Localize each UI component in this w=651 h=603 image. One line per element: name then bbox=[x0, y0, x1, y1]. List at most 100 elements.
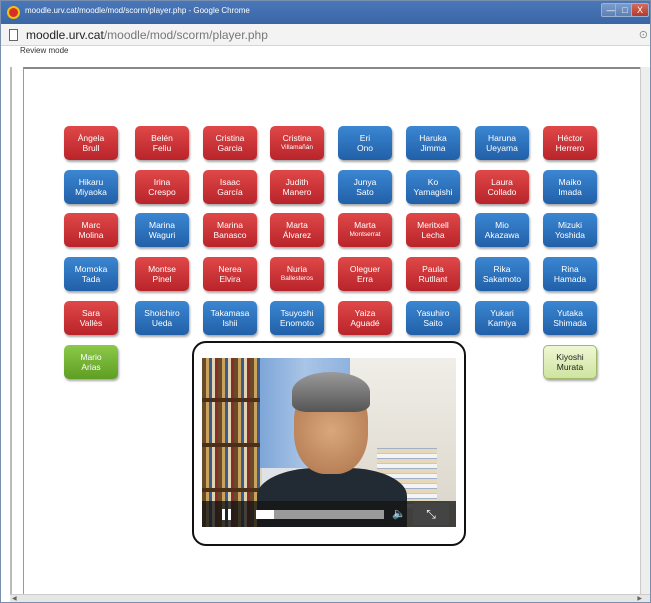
student-button[interactable]: Montse Pinel bbox=[135, 257, 189, 291]
student-last-name: Ueyama bbox=[486, 143, 518, 153]
student-first-name: Yutaka bbox=[557, 308, 583, 318]
page-icon bbox=[9, 29, 18, 41]
student-first-name: Yaiza bbox=[354, 308, 376, 318]
student-last-name: Ishii bbox=[222, 318, 238, 328]
student-first-name: Belén bbox=[151, 133, 173, 143]
student-last-name: Ueda bbox=[151, 318, 173, 328]
student-last-name: Villamañán bbox=[280, 144, 314, 151]
student-first-name: Hikaru bbox=[78, 177, 104, 187]
student-button[interactable]: Mizuki Yoshida bbox=[543, 213, 597, 247]
pause-button[interactable] bbox=[222, 509, 232, 520]
student-first-name: Meritxell bbox=[417, 220, 449, 230]
student-first-name: Maiko bbox=[558, 177, 582, 187]
student-last-name: Hamada bbox=[553, 274, 587, 284]
student-last-name: Yoshida bbox=[555, 230, 585, 240]
student-button[interactable]: Kiyoshi Murata bbox=[543, 345, 597, 379]
student-first-name: Montse bbox=[148, 264, 176, 274]
student-button[interactable]: Shoichiro Ueda bbox=[135, 301, 189, 335]
url-text[interactable]: moodle.urv.cat/moodle/mod/scorm/player.p… bbox=[26, 28, 268, 42]
student-first-name: Mio bbox=[495, 220, 509, 230]
student-first-name: Momoka bbox=[74, 264, 108, 274]
student-button[interactable]: Belén Feliu bbox=[135, 126, 189, 160]
student-button[interactable]: Cristina Garcia bbox=[203, 126, 257, 160]
student-button[interactable]: Cristina Villamañán bbox=[270, 126, 324, 160]
student-button[interactable]: Ko Yamagishi bbox=[406, 170, 460, 204]
student-first-name: Eri bbox=[359, 133, 371, 143]
url-path: /moodle/mod/scorm/player.php bbox=[103, 28, 268, 42]
close-button[interactable]: X bbox=[631, 3, 649, 17]
student-button[interactable]: Marta Álvarez bbox=[270, 213, 324, 247]
student-button[interactable]: Irina Crespo bbox=[135, 170, 189, 204]
extension-icon[interactable]: ⊙ bbox=[639, 28, 648, 41]
student-button[interactable]: Nuria Ballesteros bbox=[270, 257, 324, 291]
student-first-name: Paula bbox=[422, 264, 444, 274]
student-button[interactable]: Junya Sato bbox=[338, 170, 392, 204]
horizontal-scrollbar[interactable]: ◀ ▶ bbox=[10, 594, 650, 602]
student-last-name: Akazawa bbox=[484, 230, 520, 240]
scroll-left-icon[interactable]: ◀ bbox=[12, 595, 17, 602]
student-button[interactable]: Yasuhiro Saito bbox=[406, 301, 460, 335]
student-button[interactable]: Haruna Ueyama bbox=[475, 126, 529, 160]
student-button[interactable]: Laura Collado bbox=[475, 170, 529, 204]
student-first-name: Nuria bbox=[286, 264, 308, 274]
title-bar: moodle.urv.cat/moodle/mod/scorm/player.p… bbox=[1, 1, 650, 24]
browser-window: moodle.urv.cat/moodle/mod/scorm/player.p… bbox=[0, 0, 651, 603]
student-last-name: Kamiya bbox=[487, 318, 517, 328]
student-last-name: Sakamoto bbox=[482, 274, 522, 284]
student-last-name: Lecha bbox=[421, 230, 445, 240]
student-button[interactable]: Rika Sakamoto bbox=[475, 257, 529, 291]
student-button[interactable]: Tsuyoshi Enomoto bbox=[270, 301, 324, 335]
student-last-name: Álvarez bbox=[282, 230, 312, 240]
student-button[interactable]: Mio Akazawa bbox=[475, 213, 529, 247]
student-button[interactable]: Haruka Jimma bbox=[406, 126, 460, 160]
student-first-name: Kiyoshi bbox=[556, 352, 584, 362]
fullscreen-button[interactable]: ⤡ bbox=[413, 503, 449, 525]
student-button[interactable]: Meritxell Lecha bbox=[406, 213, 460, 247]
student-button[interactable]: Hikaru Miyaoka bbox=[64, 170, 118, 204]
student-button[interactable]: Yutaka Shimada bbox=[543, 301, 597, 335]
student-button[interactable]: Eri Ono bbox=[338, 126, 392, 160]
student-button[interactable]: Héctor Herrero bbox=[543, 126, 597, 160]
student-first-name: Àngela bbox=[77, 133, 105, 143]
video-player[interactable]: 🔈 ⤡ bbox=[202, 358, 456, 527]
volume-icon[interactable]: 🔈 bbox=[392, 507, 406, 520]
address-bar[interactable]: moodle.urv.cat/moodle/mod/scorm/player.p… bbox=[1, 24, 650, 46]
student-first-name: Rika bbox=[493, 264, 511, 274]
student-first-name: Haruna bbox=[488, 133, 516, 143]
student-button[interactable]: Àngela Brull bbox=[64, 126, 118, 160]
student-button[interactable]: Marina Waguri bbox=[135, 213, 189, 247]
scroll-right-icon[interactable]: ▶ bbox=[637, 595, 642, 602]
student-last-name: Murata bbox=[556, 362, 584, 372]
student-button[interactable]: Takamasa Ishii bbox=[203, 301, 257, 335]
student-button[interactable]: Marta Montserrat bbox=[338, 213, 392, 247]
student-button[interactable]: Yaiza Aguadé bbox=[338, 301, 392, 335]
student-first-name: Laura bbox=[491, 177, 513, 187]
window-title: moodle.urv.cat/moodle/mod/scorm/player.p… bbox=[25, 6, 250, 15]
student-button[interactable]: Judith Manero bbox=[270, 170, 324, 204]
student-last-name: Sato bbox=[356, 187, 374, 197]
student-last-name: Feliu bbox=[152, 143, 172, 153]
student-last-name: García bbox=[217, 187, 243, 197]
student-last-name: Imada bbox=[558, 187, 582, 197]
progress-bar[interactable] bbox=[256, 510, 384, 519]
student-button[interactable]: Rina Hamada bbox=[543, 257, 597, 291]
student-last-name: Pinel bbox=[152, 274, 172, 284]
student-button[interactable]: Sara Vallès bbox=[64, 301, 118, 335]
student-first-name: Mizuki bbox=[557, 220, 583, 230]
student-button[interactable]: Marc Molina bbox=[64, 213, 118, 247]
student-first-name: Cristina bbox=[215, 133, 245, 143]
student-button[interactable]: Paula Rutllant bbox=[406, 257, 460, 291]
student-last-name: Miyaoka bbox=[75, 187, 107, 197]
vertical-scrollbar[interactable] bbox=[640, 67, 650, 597]
student-button[interactable]: Isaac García bbox=[203, 170, 257, 204]
student-button[interactable]: Nerea Elvira bbox=[203, 257, 257, 291]
student-first-name: Nerea bbox=[218, 264, 242, 274]
student-button[interactable]: Maiko Imada bbox=[543, 170, 597, 204]
student-button[interactable]: Momoka Tada bbox=[64, 257, 118, 291]
progress-fill bbox=[256, 510, 274, 519]
student-first-name: Takamasa bbox=[210, 308, 250, 318]
student-button[interactable]: Yukari Kamiya bbox=[475, 301, 529, 335]
student-button[interactable]: Mario Arias bbox=[64, 345, 118, 379]
student-button[interactable]: Oleguer Erra bbox=[338, 257, 392, 291]
student-button[interactable]: Marina Banasco bbox=[203, 213, 257, 247]
